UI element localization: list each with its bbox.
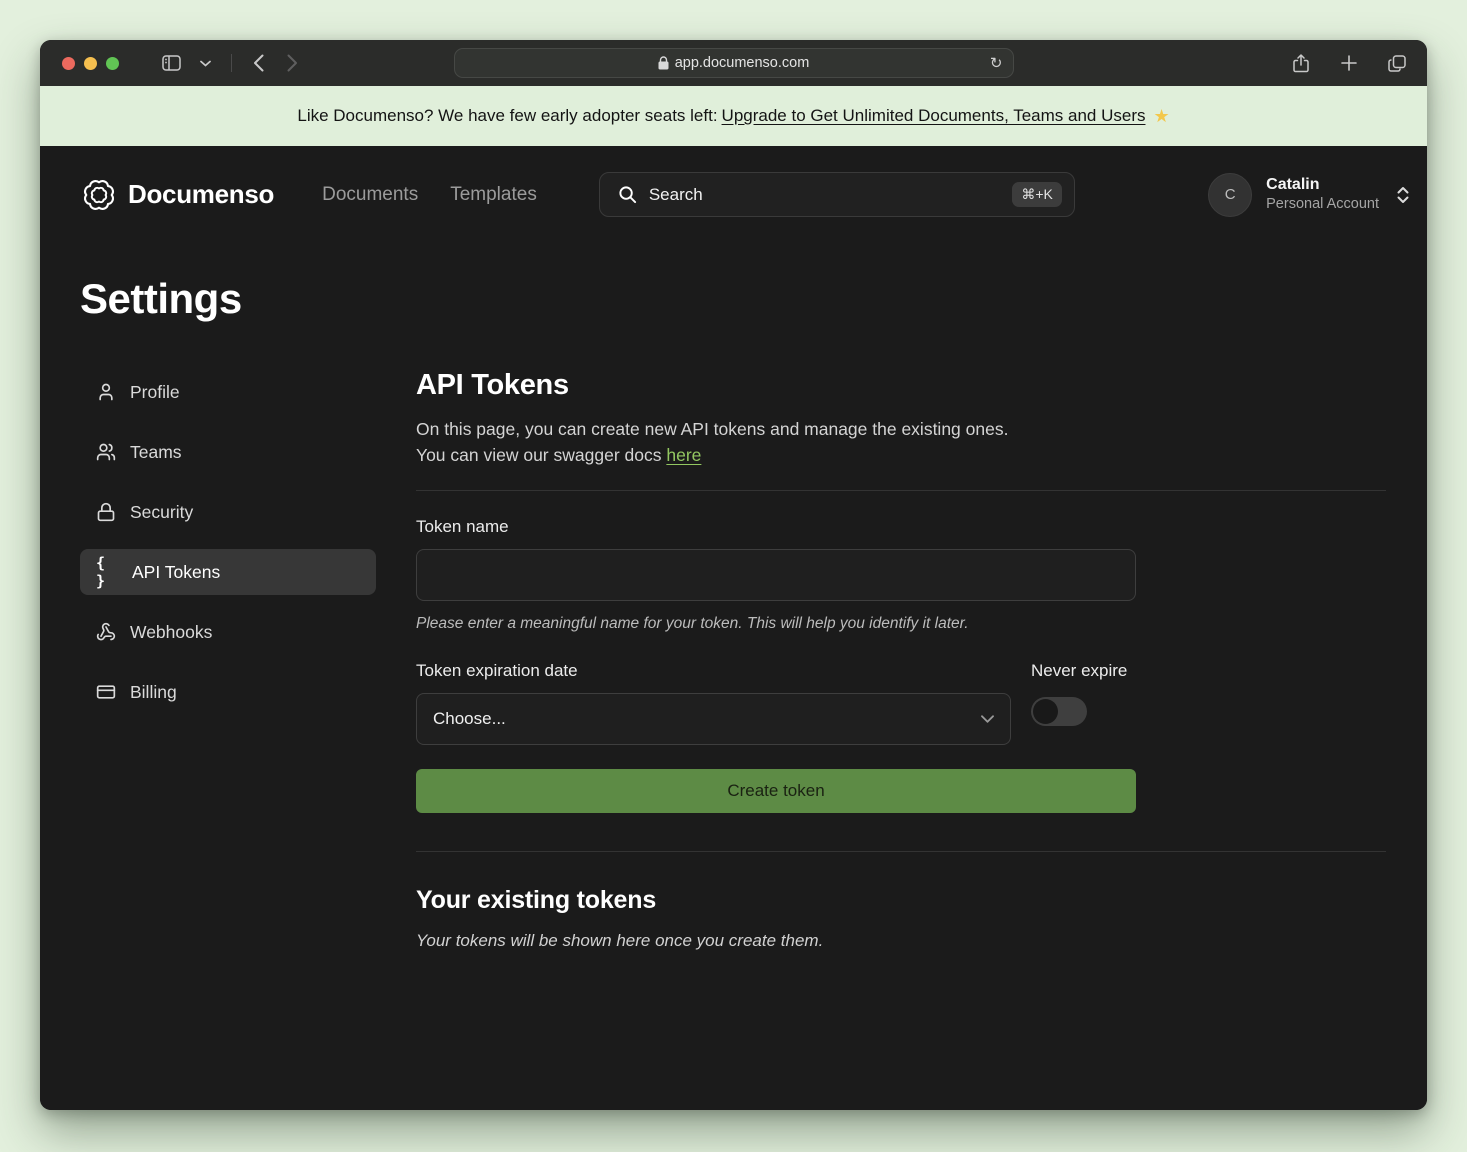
- divider: [416, 490, 1386, 491]
- panel-description: On this page, you can create new API tok…: [416, 416, 1386, 468]
- toolbar-left-group: [157, 49, 306, 77]
- main-nav: Documents Templates: [322, 184, 537, 206]
- sidebar-item-teams[interactable]: Teams: [80, 429, 376, 475]
- users-icon: [96, 442, 116, 462]
- sidebar-toggle-icon[interactable]: [157, 49, 185, 77]
- brand-logo[interactable]: Documenso: [80, 176, 274, 214]
- brand-name: Documenso: [128, 179, 274, 210]
- settings-body: Profile Teams Security { }: [40, 369, 1427, 951]
- lock-icon: [96, 502, 116, 522]
- promo-text: Like Documenso? We have few early adopte…: [297, 106, 717, 126]
- create-token-form: Token name Please enter a meaningful nam…: [416, 517, 1136, 813]
- webhook-icon: [96, 622, 116, 642]
- sidebar-item-label: Billing: [130, 682, 177, 703]
- credit-card-icon: [96, 682, 116, 702]
- never-expire-label: Never expire: [1031, 661, 1136, 681]
- create-token-button[interactable]: Create token: [416, 769, 1136, 813]
- sidebar-item-profile[interactable]: Profile: [80, 369, 376, 415]
- chevron-down-icon: [981, 715, 994, 723]
- sidebar-item-security[interactable]: Security: [80, 489, 376, 535]
- description-line1: On this page, you can create new API tok…: [416, 419, 1008, 439]
- braces-icon: { }: [96, 554, 118, 590]
- sidebar-item-label: Teams: [130, 442, 182, 463]
- token-expiration-label: Token expiration date: [416, 661, 1011, 681]
- toggle-knob: [1033, 699, 1058, 724]
- sidebar-item-label: Webhooks: [130, 622, 212, 643]
- user-icon: [96, 382, 116, 402]
- close-window-button[interactable]: [62, 57, 75, 70]
- select-value: Choose...: [433, 709, 506, 729]
- url-text: app.documenso.com: [675, 55, 810, 71]
- window-controls: [62, 57, 119, 70]
- nav-documents[interactable]: Documents: [322, 184, 418, 206]
- browser-titlebar: app.documenso.com ↻: [40, 40, 1427, 86]
- panel-title: API Tokens: [416, 369, 1386, 402]
- sidebar-item-api-tokens[interactable]: { } API Tokens: [80, 549, 376, 595]
- api-tokens-panel: API Tokens On this page, you can create …: [416, 369, 1386, 951]
- sidebar-chevron-down-icon[interactable]: [191, 49, 219, 77]
- app-header: Documenso Documents Templates Search ⌘+K…: [40, 146, 1427, 217]
- search-shortcut-badge: ⌘+K: [1012, 182, 1062, 207]
- search-placeholder: Search: [649, 185, 1000, 205]
- toolbar-right-group: [1287, 49, 1411, 77]
- new-tab-icon[interactable]: [1335, 49, 1363, 77]
- existing-tokens-empty-text: Your tokens will be shown here once you …: [416, 931, 1386, 951]
- star-icon: ★: [1153, 106, 1169, 127]
- promo-banner: Like Documenso? We have few early adopte…: [40, 86, 1427, 146]
- forward-button[interactable]: [278, 49, 306, 77]
- expiration-row: Token expiration date Choose... Never ex…: [416, 635, 1136, 745]
- token-name-label: Token name: [416, 517, 1136, 537]
- account-switcher[interactable]: C Catalin Personal Account: [1208, 173, 1411, 217]
- user-meta: Catalin Personal Account: [1266, 175, 1379, 213]
- documenso-logo-icon: [80, 176, 118, 214]
- avatar-initial: C: [1225, 186, 1236, 203]
- sidebar-item-label: Security: [130, 502, 193, 523]
- divider: [416, 851, 1386, 852]
- sidebar-item-label: Profile: [130, 382, 180, 403]
- sidebar-item-label: API Tokens: [132, 562, 220, 583]
- share-icon[interactable]: [1287, 49, 1315, 77]
- search-icon: [618, 185, 637, 204]
- minimize-window-button[interactable]: [84, 57, 97, 70]
- reload-icon[interactable]: ↻: [990, 54, 1003, 72]
- sidebar-item-webhooks[interactable]: Webhooks: [80, 609, 376, 655]
- tab-overview-icon[interactable]: [1383, 49, 1411, 77]
- back-button[interactable]: [244, 49, 272, 77]
- settings-nav: Profile Teams Security { }: [80, 369, 376, 715]
- chevrons-up-down-icon: [1395, 185, 1411, 205]
- sidebar-item-billing[interactable]: Billing: [80, 669, 376, 715]
- lock-icon: [658, 56, 669, 70]
- avatar: C: [1208, 173, 1252, 217]
- page-title: Settings: [80, 275, 1427, 323]
- browser-window: app.documenso.com ↻: [40, 40, 1427, 1110]
- zoom-window-button[interactable]: [106, 57, 119, 70]
- never-expire-toggle[interactable]: [1031, 697, 1087, 726]
- upgrade-link[interactable]: Upgrade to Get Unlimited Documents, Team…: [722, 106, 1146, 126]
- token-name-help-text: Please enter a meaningful name for your …: [416, 615, 1136, 633]
- existing-tokens-title: Your existing tokens: [416, 886, 1386, 915]
- token-name-input[interactable]: [416, 549, 1136, 601]
- user-account-type: Personal Account: [1266, 195, 1379, 213]
- swagger-docs-link[interactable]: here: [666, 445, 701, 465]
- token-expiration-select[interactable]: Choose...: [416, 693, 1011, 745]
- search-input[interactable]: Search ⌘+K: [599, 172, 1075, 217]
- description-line2: You can view our swagger docs: [416, 445, 661, 465]
- address-bar[interactable]: app.documenso.com ↻: [454, 48, 1014, 78]
- user-name: Catalin: [1266, 175, 1379, 195]
- nav-templates[interactable]: Templates: [450, 184, 537, 206]
- app-content: Documenso Documents Templates Search ⌘+K…: [40, 146, 1427, 1110]
